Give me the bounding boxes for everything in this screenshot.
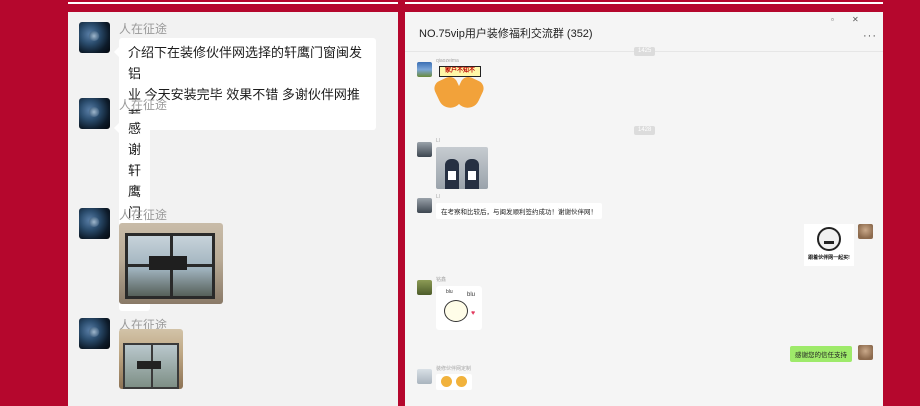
blob-body xyxy=(444,300,468,322)
sticker-text: blu xyxy=(446,289,453,295)
emoji-sticker[interactable] xyxy=(436,374,472,390)
heart-icon: ♥ xyxy=(471,310,476,317)
sender-name: 人在征途 xyxy=(119,98,168,112)
sender-name: 铭鑫 xyxy=(436,277,447,283)
message-bubble[interactable]: 在考察和比较后，与闽发顺利签约成功！谢谢伙伴网！ xyxy=(436,203,602,219)
sender-name: 人在征途 xyxy=(119,22,168,36)
document-shape xyxy=(448,171,456,180)
avatar[interactable] xyxy=(417,142,432,157)
sticker-text: blu xyxy=(467,292,476,298)
message-line: 介绍下在装修伙伴网选择的轩鹰门窗闽发铝 xyxy=(128,45,363,81)
meme-sticker[interactable]: 跟着伙伴网一起买! xyxy=(804,224,854,266)
hand-shape xyxy=(451,74,487,112)
avatar[interactable] xyxy=(79,318,110,349)
top-divider-left xyxy=(68,2,398,4)
sender-name: Ll xyxy=(436,138,440,144)
window-label-tag xyxy=(149,256,187,270)
clapping-hands-sticker[interactable]: 家户不知不 xyxy=(431,66,487,112)
message-bubble[interactable]: 介绍下在装修伙伴网选择的轩鹰门窗闽发铝 业 今天安装完毕 效果不错 多谢伙伴网推… xyxy=(114,38,376,130)
document-shape xyxy=(468,171,476,180)
contract-photo[interactable] xyxy=(436,147,488,189)
self-avatar[interactable] xyxy=(858,345,873,360)
avatar[interactable] xyxy=(79,22,110,53)
sender-name: qiaozeima xyxy=(436,58,459,64)
avatar[interactable] xyxy=(417,198,432,213)
top-divider-right xyxy=(405,2,883,4)
sender-name: 人在征途 xyxy=(119,208,168,222)
emoji-icon xyxy=(456,376,467,387)
avatar[interactable] xyxy=(417,62,432,77)
window-photo[interactable] xyxy=(119,223,223,304)
timestamp: 1425 xyxy=(634,47,656,56)
window-label-tag xyxy=(137,361,161,369)
group-chat-window: NO.75vip用户装修福利交流群 (352) ▫ ✕ ··· 1425 qia… xyxy=(405,12,883,406)
blob-sticker[interactable]: blu blu ♥ xyxy=(436,286,482,330)
avatar[interactable] xyxy=(417,369,432,384)
timestamp: 1428 xyxy=(634,126,656,135)
outgoing-sticker-message: 跟着伙伴网一起买! xyxy=(804,224,854,266)
sender-name: Ll xyxy=(436,194,440,200)
self-avatar[interactable] xyxy=(858,224,873,239)
emoji-icon xyxy=(441,376,452,387)
sticker-text: 家户不知不 xyxy=(439,66,481,77)
more-icon[interactable]: ··· xyxy=(863,30,877,42)
left-chat-panel: 人在征途 介绍下在装修伙伴网选择的轩鹰门窗闽发铝 业 今天安装完毕 效果不错 多… xyxy=(68,12,398,406)
sender-name: 装修伙伴网定制 xyxy=(436,366,472,372)
group-title: NO.75vip用户装修福利交流群 (352) xyxy=(419,28,593,40)
close-icon[interactable]: ✕ xyxy=(852,16,859,24)
avatar[interactable] xyxy=(79,98,110,129)
minimize-icon[interactable]: ▫ xyxy=(831,16,834,24)
meme-face xyxy=(817,227,841,251)
avatar[interactable] xyxy=(79,208,110,239)
avatar[interactable] xyxy=(417,280,432,295)
chat-header: NO.75vip用户装修福利交流群 (352) ▫ ✕ ··· xyxy=(405,12,883,52)
sticker-caption: 跟着伙伴网一起买! xyxy=(808,255,850,261)
outgoing-message-bubble[interactable]: 感谢您的信任支持 xyxy=(790,346,852,362)
window-photo[interactable] xyxy=(119,329,183,389)
